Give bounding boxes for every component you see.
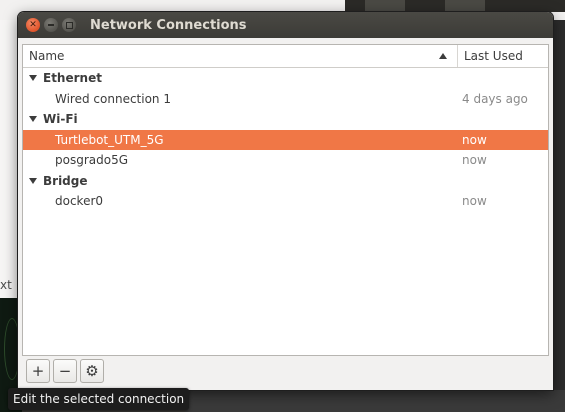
minimize-window-button[interactable] (44, 18, 58, 32)
network-connections-window: ✕ Network Connections Name Last Used Eth… (18, 12, 553, 390)
connection-last-used: 4 days ago (462, 91, 528, 106)
edit-connection-button[interactable]: ⚙ (80, 359, 104, 383)
window-titlebar[interactable]: ✕ Network Connections (18, 12, 553, 38)
background-window-strip (345, 0, 565, 12)
close-window-button[interactable]: ✕ (26, 18, 40, 32)
connection-row[interactable]: docker0 now (23, 191, 548, 212)
connection-last-used: now (462, 132, 487, 147)
column-header-last-used-label: Last Used (464, 49, 523, 63)
expander-expanded-icon[interactable] (29, 116, 37, 123)
column-header-name-label: Name (29, 49, 65, 63)
connections-toolbar: + − ⚙ (26, 359, 104, 383)
connection-name: posgrado5G (55, 153, 129, 168)
background-right-window (553, 20, 565, 412)
delete-connection-button[interactable]: − (53, 359, 77, 383)
tooltip-text: Edit the selected connection (13, 392, 185, 406)
column-header-last-used[interactable]: Last Used (458, 45, 548, 67)
window-title: Network Connections (90, 17, 247, 33)
group-row-ethernet[interactable]: Ethernet (23, 68, 548, 89)
connection-row-selected[interactable]: Turtlebot_UTM_5G now (23, 129, 548, 150)
group-row-wifi[interactable]: Wi-Fi (23, 109, 548, 130)
maximize-window-button[interactable] (62, 18, 76, 32)
expander-expanded-icon[interactable] (29, 177, 37, 184)
connection-last-used: now (462, 194, 487, 209)
add-connection-button[interactable]: + (26, 359, 50, 383)
background-bottom-panel (185, 390, 565, 412)
connection-last-used: now (462, 153, 487, 168)
connection-name: Wired connection 1 (55, 91, 171, 106)
close-icon: ✕ (29, 19, 37, 30)
connection-name: docker0 (55, 194, 104, 209)
connections-list[interactable]: Name Last Used Ethernet Wired connection… (22, 44, 549, 356)
connection-row[interactable]: posgrado5G now (23, 150, 548, 171)
gear-icon: ⚙ (85, 361, 99, 380)
edit-button-tooltip: Edit the selected connection (8, 388, 190, 410)
group-row-bridge[interactable]: Bridge (23, 171, 548, 192)
group-label: Bridge (43, 173, 88, 188)
group-label: Wi-Fi (43, 112, 78, 127)
column-header-name[interactable]: Name (23, 45, 458, 67)
plus-icon: + (31, 361, 45, 380)
list-header: Name Last Used (23, 45, 548, 68)
connection-name: Turtlebot_UTM_5G (55, 132, 164, 147)
group-label: Ethernet (43, 71, 102, 86)
sort-ascending-icon (439, 53, 447, 59)
expander-expanded-icon[interactable] (29, 75, 37, 82)
minus-icon: − (58, 361, 72, 380)
connection-row[interactable]: Wired connection 1 4 days ago (23, 89, 548, 110)
